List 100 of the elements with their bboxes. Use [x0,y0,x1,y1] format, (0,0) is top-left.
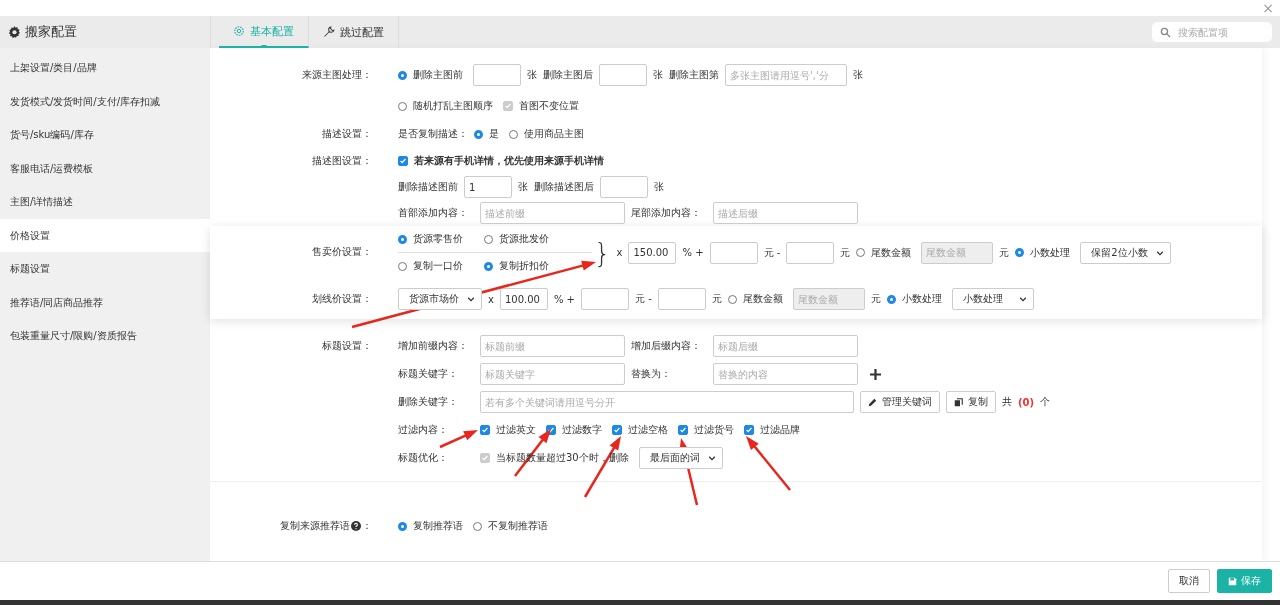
annotation-arrow [439,430,478,449]
cancel-button[interactable]: 取消 [1168,569,1210,593]
copy-button[interactable]: 复制 [946,391,996,413]
input-field[interactable] [581,288,629,310]
input-field[interactable] [657,288,706,310]
sidebar-item[interactable]: 包装重量尺寸/限购/资质报告 [0,319,210,353]
field-label: 个 [1040,395,1051,409]
radio-button[interactable] [398,521,407,531]
checkbox[interactable] [612,425,622,435]
radio-button[interactable] [473,521,482,531]
radio-button[interactable] [398,261,407,271]
radio-button[interactable] [727,294,737,304]
checkmark-icon [481,426,489,434]
radio-label: 小数处理 [901,292,942,306]
checkbox-label: 过滤货号 [694,423,734,437]
input-field[interactable] [473,64,521,86]
sidebar-item[interactable]: 推荐语/同店商品推荐 [0,285,210,319]
checkbox[interactable] [398,156,408,166]
search-field[interactable]: 搜索配置项 [1152,22,1272,42]
radio-button[interactable] [509,129,518,139]
input-field[interactable]: 标题前缀 [480,335,625,357]
add-icon[interactable] [870,368,881,380]
input-field[interactable]: 替换的内容 [713,363,858,385]
field-label: 是否复制描述： [398,127,468,141]
input-field[interactable]: 描述前缀 [480,202,625,224]
radio-button[interactable] [856,248,866,257]
checkbox[interactable] [480,425,490,435]
field-label: 增加前缀内容： [398,339,469,353]
radio-label: 不复制推荐语 [488,519,548,533]
input-field[interactable]: 若有多个关键词请用逗号分开 [480,391,854,413]
chevron-icon [707,454,716,462]
chevron-icon [1018,295,1027,303]
radio-button[interactable] [484,234,493,244]
checkbox-label: 首图不变位置 [519,99,579,113]
input-field[interactable] [786,241,835,264]
radio-button[interactable] [474,129,483,139]
section-label: 售卖价设置： [312,245,372,259]
sidebar-item[interactable]: 标题设置 [0,252,210,286]
field-label: 删除主图第 [669,68,719,82]
label-colon: ： [362,519,372,533]
input-field[interactable] [709,241,758,264]
radio-button[interactable] [398,234,407,244]
checkmark-icon [613,426,621,434]
field-label: 首部添加内容： [398,206,469,220]
field-label: % + [553,293,575,305]
radio-button[interactable] [398,101,407,111]
dropdown[interactable]: 最后面的词 [638,447,723,469]
field-label: 标题优化： [398,451,449,465]
field-label: 增加后缀内容： [631,339,702,353]
chevron-icon [467,295,475,303]
field-label: 元 - [763,245,781,260]
input-field[interactable]: 描述后缀 [713,202,858,224]
radio-button[interactable] [1015,248,1025,257]
checkbox[interactable] [678,425,688,435]
field-label: 过滤内容： [398,423,449,437]
section-label: 复制来源推荐语 [280,519,350,533]
checkmark-icon [745,426,753,434]
field-label: 删除关键字： [398,395,459,409]
input-field[interactable]: 标题关键字 [480,363,625,385]
field-label: x [488,293,494,305]
gear-icon [8,25,21,39]
radio-button[interactable] [398,70,407,80]
checkbox[interactable] [744,425,754,435]
field-label: 元 [870,292,881,306]
input-field[interactable]: 150.00 [628,241,677,264]
dropdown[interactable]: 保留2位小数 [1080,241,1171,264]
input-field[interactable]: 100.00 [499,288,548,310]
field-label: 尾部添加内容： [631,206,702,220]
input-field[interactable]: 1 [464,176,512,198]
field-label: 删除描述图前 [398,180,458,194]
manage-keywords-button[interactable]: 管理关键词 [860,391,940,413]
checkbox-label: 过滤空格 [628,423,668,437]
input-field[interactable] [600,176,648,198]
dropdown[interactable]: 货源市场价 [398,288,482,310]
copy-icon [954,397,963,407]
sidebar-item[interactable]: 客服电话/运费模板 [0,151,210,185]
gear-icon [233,25,245,37]
radio-button[interactable] [484,261,493,271]
pencil-icon [868,397,877,407]
radio-label: 是 [489,127,499,141]
sidebar-item[interactable]: 发货模式/发货时间/支付/库存扣减 [0,84,210,118]
sidebar-item[interactable]: 货号/sku编码/库存 [0,118,210,152]
input-field[interactable]: 标题后缀 [713,335,858,357]
sidebar-item[interactable]: 上架设置/类目/品牌 [0,51,210,85]
checkmark-icon [679,426,687,434]
input-field[interactable]: 多张主图请用逗号','分 [725,64,847,86]
sidebar-item[interactable]: 价格设置 [0,218,210,252]
sidebar-item[interactable]: 主图/详情描述 [0,185,210,219]
field-label: % + [682,247,704,258]
dropdown[interactable]: 小数处理 [951,288,1034,310]
input-field[interactable] [599,64,647,86]
window-title: 搬家配置 [25,23,77,41]
radio-label: 小数处理 [1030,245,1071,260]
field-label: 元 - [635,292,652,306]
tab[interactable]: 跳过配置 [309,16,399,48]
radio-button[interactable] [886,294,896,304]
section-label: 来源主图处理： [302,68,372,82]
wrench-icon [323,26,335,38]
radio-label: 删除主图前 [413,68,463,82]
checkbox-label: 若来源有手机详情，优先使用来源手机详情 [414,154,604,168]
